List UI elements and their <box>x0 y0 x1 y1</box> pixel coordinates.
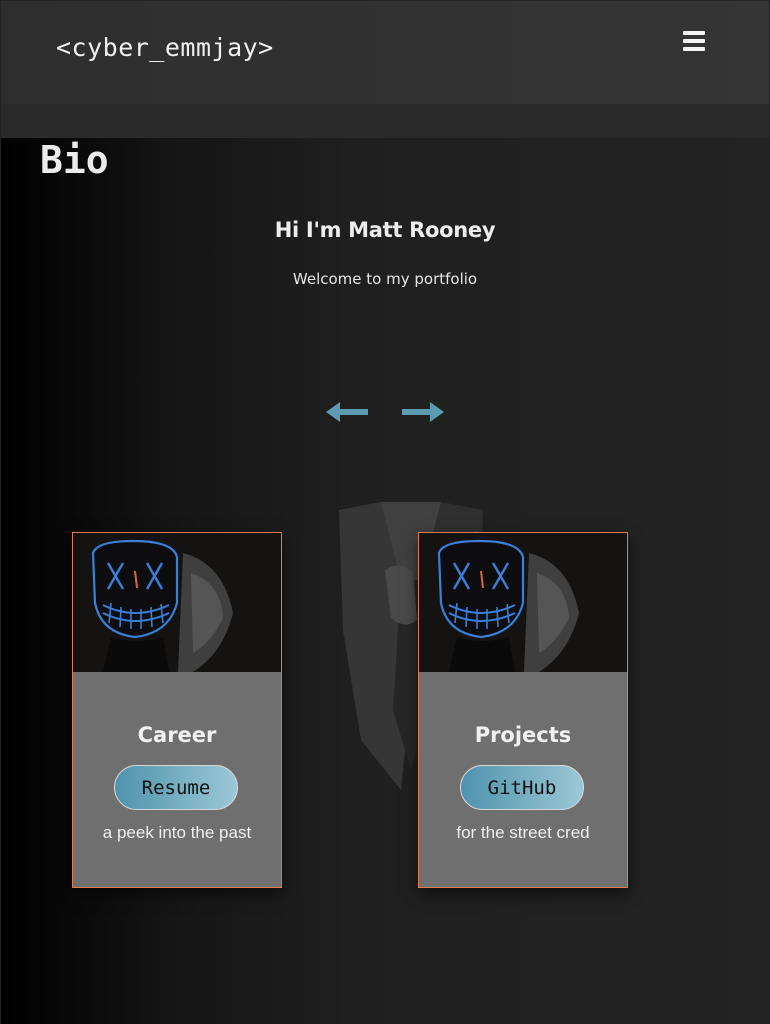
page-title: Bio <box>40 138 109 182</box>
hamburger-menu-icon[interactable] <box>683 31 705 53</box>
resume-button[interactable]: Resume <box>114 765 238 810</box>
career-card: Career Resume a peek into the past <box>72 532 282 888</box>
brand-logo[interactable]: <cyber_emmjay> <box>56 33 274 62</box>
arrow-right-icon[interactable] <box>400 400 446 424</box>
github-button[interactable]: GitHub <box>460 765 584 810</box>
hero-subtitle: Welcome to my portfolio <box>292 270 478 288</box>
card-description: for the street cred <box>456 823 590 842</box>
hero-title: Hi I'm Matt Rooney <box>274 218 496 242</box>
arrow-left-icon[interactable] <box>324 400 370 424</box>
card-title: Projects <box>474 723 572 747</box>
navbar-shadow-band <box>1 104 769 138</box>
bio-section: Bio Hi I'm Matt Rooney Welcome to my por… <box>1 138 769 1024</box>
card-title: Career <box>137 723 217 747</box>
card-description: a peek into the past <box>102 823 252 842</box>
card-image-mask <box>73 533 281 672</box>
navbar: <cyber_emmjay> <box>1 1 769 104</box>
card-image-mask <box>419 533 627 672</box>
projects-card: Projects GitHub for the street cred <box>418 532 628 888</box>
